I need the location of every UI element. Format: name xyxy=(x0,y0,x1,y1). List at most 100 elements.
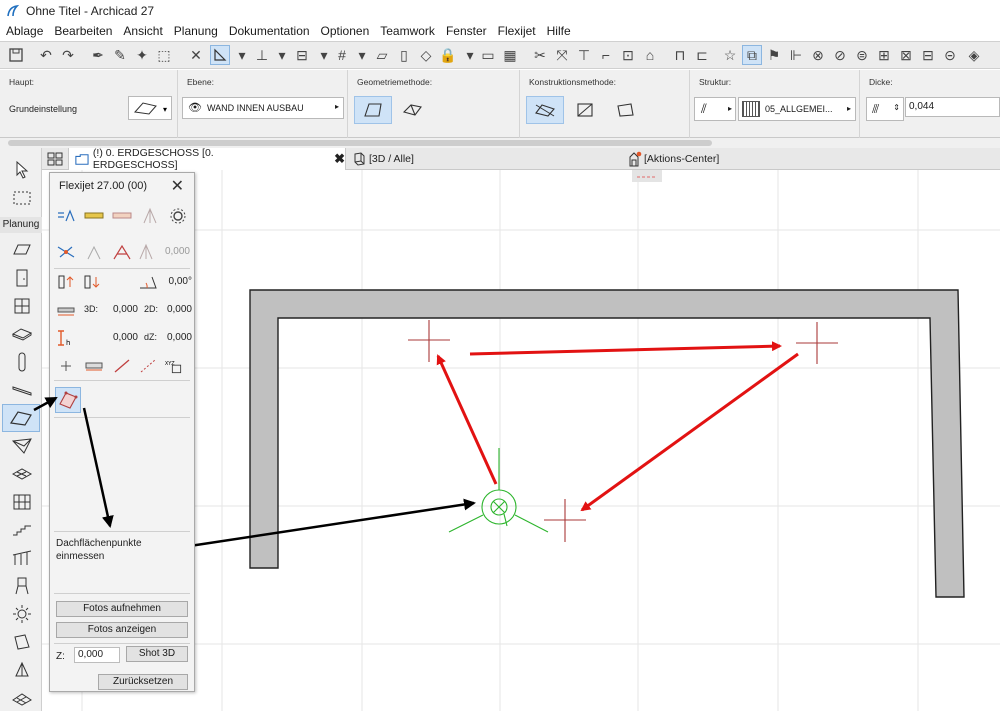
chevron-down-icon[interactable]: ▾ xyxy=(232,45,252,65)
menu-hilfe[interactable]: Hilfe xyxy=(547,24,571,38)
single-plane-roof-button[interactable] xyxy=(354,96,392,124)
lattice-tool-icon[interactable] xyxy=(8,684,36,711)
crosshair-icon[interactable] xyxy=(56,357,76,375)
morph-tool-icon[interactable] xyxy=(8,656,36,684)
layer-icon[interactable]: ▱ xyxy=(372,45,392,65)
toolbox-group-planung[interactable]: Planung xyxy=(0,217,42,233)
favorites-icon[interactable]: ☆ xyxy=(720,45,740,65)
height-icon[interactable]: h xyxy=(56,329,76,347)
shot-3d-button[interactable]: Shot 3D xyxy=(126,646,188,662)
flag-icon[interactable]: ⚑ xyxy=(764,45,784,65)
line-measure-icon[interactable] xyxy=(112,357,132,375)
flexijet-tool-6-icon[interactable]: ⊠ xyxy=(896,45,916,65)
menu-optionen[interactable]: Optionen xyxy=(321,24,370,38)
chevron-down-icon[interactable]: ▾ xyxy=(272,45,292,65)
menu-fenster[interactable]: Fenster xyxy=(446,24,487,38)
construction-method-1-button[interactable] xyxy=(526,96,564,124)
plumb-icon[interactable] xyxy=(140,207,160,225)
undo-icon[interactable]: ↶ xyxy=(36,45,56,65)
scrollbar-thumb[interactable] xyxy=(8,140,712,146)
mesh-tool-icon[interactable] xyxy=(8,460,36,488)
gravity-options-icon[interactable]: ⊟ xyxy=(292,45,312,65)
wall-outline[interactable] xyxy=(249,289,965,598)
menu-ablage[interactable]: Ablage xyxy=(6,24,43,38)
elevation-icon[interactable]: ⊏ xyxy=(692,45,712,65)
chevron-down-icon[interactable]: ▾ xyxy=(314,45,334,65)
lamp-tool-icon[interactable] xyxy=(8,600,36,628)
column-tool-icon[interactable] xyxy=(8,348,36,376)
window-tool-icon[interactable] xyxy=(8,292,36,320)
offset-icon[interactable]: ⊡ xyxy=(618,45,638,65)
adjust-icon[interactable]: ⤧ xyxy=(552,45,572,65)
arrow-tool-icon[interactable] xyxy=(8,156,36,184)
tab-floor-plan[interactable]: (!) 0. ERDGESCHOSS [0. ERDGESCHOSS] ✖ xyxy=(68,147,346,171)
railing-tool-icon[interactable] xyxy=(8,544,36,572)
grid-snap-icon[interactable]: # xyxy=(332,45,352,65)
tab-action-center[interactable]: [Aktions-Center] xyxy=(622,148,912,170)
chevron-down-icon[interactable]: ▾ xyxy=(352,45,372,65)
height-plumb-icon[interactable] xyxy=(136,243,156,261)
angle-icon[interactable] xyxy=(138,273,158,291)
guide-lines-icon[interactable]: ✕ xyxy=(186,45,206,65)
close-tab-icon[interactable]: ✖ xyxy=(334,151,345,167)
gravity-icon[interactable]: ⊥ xyxy=(252,45,272,65)
split-icon[interactable]: ✂ xyxy=(530,45,550,65)
menu-teamwork[interactable]: Teamwork xyxy=(380,24,435,38)
roof-measure-icon[interactable] xyxy=(112,243,132,261)
flexijet-tool-5-icon[interactable]: ⊞ xyxy=(874,45,894,65)
save-icon[interactable] xyxy=(6,45,26,65)
show-photos-button[interactable]: Fotos anzeigen xyxy=(56,622,188,638)
multi-plane-roof-button[interactable] xyxy=(394,96,432,124)
close-icon[interactable]: ✕ xyxy=(171,176,184,196)
lock-icon[interactable]: 🔒 xyxy=(438,45,458,65)
slab-tool-icon[interactable] xyxy=(8,320,36,348)
flexijet-tool-1-icon[interactable]: ⊩ xyxy=(786,45,806,65)
flexijet-connect-icon[interactable]: ⧉ xyxy=(742,45,762,65)
eraser-icon[interactable]: ◇ xyxy=(416,45,436,65)
tag-icon[interactable]: ◈ xyxy=(964,45,984,65)
stair-tool-icon[interactable] xyxy=(8,516,36,544)
menu-ansicht[interactable]: Ansicht xyxy=(123,24,162,38)
beam-tool-icon[interactable] xyxy=(8,376,36,404)
suspend-groups-icon[interactable]: ⬚ xyxy=(154,45,174,65)
building-material-picker[interactable]: 05_ALLGEMEI... ▸ xyxy=(738,97,856,121)
thickness-icon-button[interactable]: ⫻ ⇕ xyxy=(866,97,904,121)
z-field[interactable]: 0,000 xyxy=(74,647,120,663)
favorites-picker[interactable]: ▾ xyxy=(128,96,172,120)
ruler-icon[interactable] xyxy=(112,207,132,225)
reset-button[interactable]: Zurücksetzen xyxy=(98,674,188,690)
door-tool-icon[interactable] xyxy=(8,264,36,292)
flexijet-tool-2-icon[interactable]: ⊗ xyxy=(808,45,828,65)
stake-out-icon[interactable] xyxy=(56,243,76,261)
intersect-icon[interactable]: ⊤ xyxy=(574,45,594,65)
tab-overview-button[interactable] xyxy=(42,148,68,170)
menu-flexijet[interactable]: Flexijet xyxy=(498,24,536,38)
magic-wand-icon[interactable]: ✦ xyxy=(132,45,152,65)
marquee-tool-icon[interactable] xyxy=(8,184,36,212)
xyz-save-icon[interactable]: XYZ xyxy=(164,357,184,375)
construction-method-3-button[interactable] xyxy=(606,96,644,124)
dotted-line-icon[interactable] xyxy=(138,357,158,375)
down-offset-icon[interactable] xyxy=(82,273,102,291)
curtain-wall-tool-icon[interactable] xyxy=(8,488,36,516)
structure-type-picker[interactable]: ⫽ ▸ xyxy=(694,97,736,121)
construction-method-2-button[interactable] xyxy=(566,96,604,124)
flexijet-tool-3-icon[interactable]: ⊘ xyxy=(830,45,850,65)
element-info-icon[interactable]: ▦ xyxy=(500,45,520,65)
gear-icon[interactable] xyxy=(168,207,188,225)
flexijet-tool-4-icon[interactable]: ⊜ xyxy=(852,45,872,65)
measure-mode-icon[interactable] xyxy=(56,207,76,225)
roof-tool-icon[interactable]: ⌂ xyxy=(640,45,660,65)
chevron-down-icon[interactable]: ▾ xyxy=(460,45,480,65)
distance-icon[interactable] xyxy=(56,301,76,319)
wall-measure-icon[interactable] xyxy=(84,357,104,375)
up-offset-icon[interactable] xyxy=(56,273,76,291)
menu-dokumentation[interactable]: Dokumentation xyxy=(229,24,310,38)
shell-tool-icon[interactable] xyxy=(8,432,36,460)
section-icon[interactable]: ⊓ xyxy=(670,45,690,65)
roof-points-tool-button[interactable] xyxy=(55,387,81,413)
menu-planung[interactable]: Planung xyxy=(174,24,218,38)
object-tool-icon[interactable] xyxy=(8,572,36,600)
zone-tool-icon[interactable] xyxy=(8,628,36,656)
take-photos-button[interactable]: Fotos aufnehmen xyxy=(56,601,188,617)
